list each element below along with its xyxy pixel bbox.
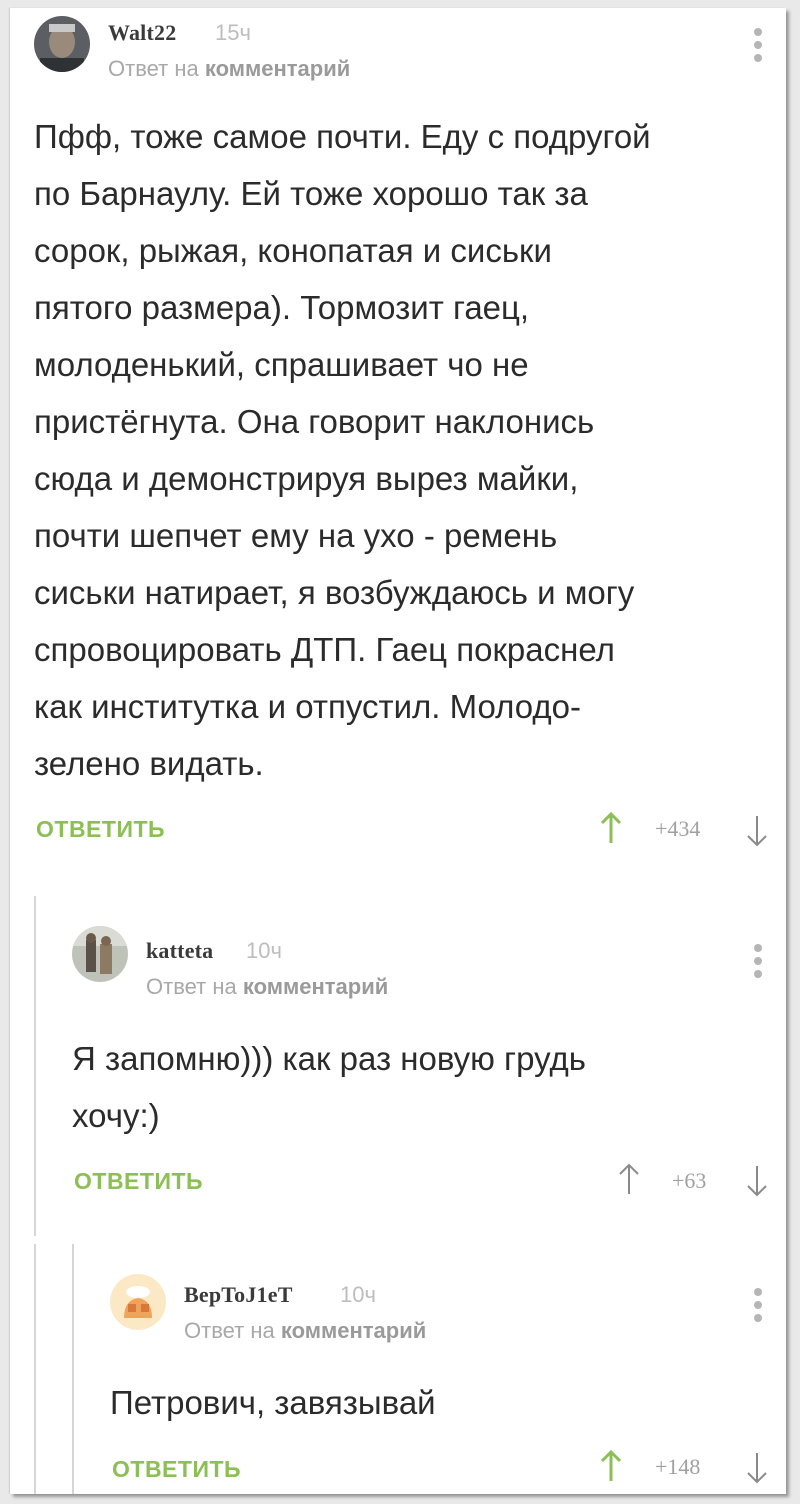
author-name[interactable]: katteta bbox=[146, 938, 213, 964]
comment-text: Пфф, тоже самое почти. Еду с подругой по… bbox=[34, 118, 651, 782]
comment-beptoj1et: BepToJ1eT 10ч Ответ на комментарий Петро… bbox=[10, 1244, 786, 1494]
comment-time: 15ч bbox=[215, 20, 251, 45]
comments-screen: Walt22 15ч Ответ на комментарий Пфф, тож… bbox=[10, 8, 786, 1494]
more-vertical-icon[interactable] bbox=[753, 1288, 763, 1324]
arrow-down-icon[interactable] bbox=[746, 814, 768, 848]
thread-line bbox=[34, 896, 36, 1236]
comment-time: 10ч bbox=[246, 938, 282, 963]
reply-to-line: Ответ на комментарий bbox=[184, 1318, 426, 1344]
reply-button[interactable]: ОТВЕТИТЬ bbox=[74, 1168, 203, 1195]
reply-to-link[interactable]: комментарий bbox=[205, 56, 350, 81]
comment-text: Петрович, завязывай bbox=[110, 1384, 436, 1421]
comment-text: Я запомню))) как раз новую грудь хочу:) bbox=[72, 1040, 586, 1134]
reply-to-line: Ответ на комментарий bbox=[108, 56, 350, 82]
reply-button[interactable]: ОТВЕТИТЬ bbox=[112, 1456, 241, 1483]
thread-line bbox=[34, 1244, 36, 1494]
reply-to-link[interactable]: комментарий bbox=[281, 1318, 426, 1343]
reply-to-link[interactable]: комментарий bbox=[243, 974, 388, 999]
thread-line bbox=[72, 1244, 74, 1494]
reply-to-prefix: Ответ на bbox=[146, 974, 237, 999]
author-name[interactable]: Walt22 bbox=[108, 20, 176, 46]
avatar[interactable] bbox=[34, 16, 90, 72]
avatar[interactable] bbox=[72, 926, 128, 982]
comment-katteta: katteta 10ч Ответ на комментарий Я запом… bbox=[10, 896, 786, 1236]
comment-time: 10ч bbox=[340, 1282, 376, 1307]
comment-walt22: Walt22 15ч Ответ на комментарий Пфф, тож… bbox=[10, 8, 786, 888]
rating-score: +434 bbox=[655, 816, 701, 841]
rating-score: +63 bbox=[672, 1168, 707, 1193]
reply-to-prefix: Ответ на bbox=[108, 56, 199, 81]
arrow-up-icon[interactable] bbox=[600, 1449, 622, 1483]
more-vertical-icon[interactable] bbox=[753, 944, 763, 980]
author-name[interactable]: BepToJ1eT bbox=[184, 1282, 293, 1308]
arrow-up-icon[interactable] bbox=[618, 1162, 640, 1196]
arrow-down-icon[interactable] bbox=[746, 1164, 768, 1198]
reply-button[interactable]: ОТВЕТИТЬ bbox=[36, 816, 165, 843]
avatar[interactable] bbox=[110, 1274, 166, 1330]
more-vertical-icon[interactable] bbox=[753, 28, 763, 64]
reply-to-line: Ответ на комментарий bbox=[146, 974, 388, 1000]
arrow-up-icon[interactable] bbox=[600, 811, 622, 845]
reply-to-prefix: Ответ на bbox=[184, 1318, 275, 1343]
rating-score: +148 bbox=[655, 1454, 701, 1479]
arrow-down-icon[interactable] bbox=[746, 1451, 768, 1485]
